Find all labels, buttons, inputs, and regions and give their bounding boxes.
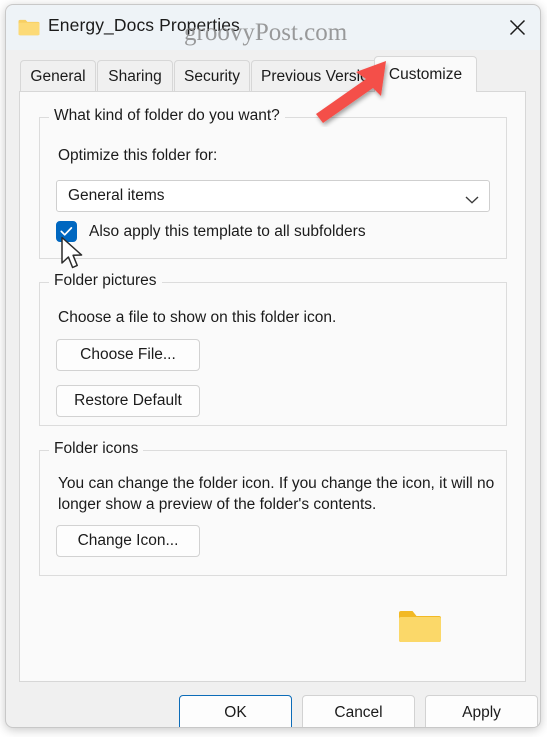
tab-security[interactable]: Security <box>174 60 250 92</box>
restore-default-button[interactable]: Restore Default <box>56 385 200 417</box>
folder-icons-description-line1: You can change the folder icon. If you c… <box>58 475 495 492</box>
apply-template-label: Also apply this template to all subfolde… <box>89 222 366 240</box>
tab-strip: General Sharing Security Previous Versio… <box>6 50 540 92</box>
tab-content-panel: What kind of folder do you want? Optimiz… <box>19 91 526 682</box>
optimize-folder-label: Optimize this folder for: <box>58 147 218 164</box>
properties-dialog: Energy_Docs Properties General Sharing S… <box>5 4 541 728</box>
tab-general[interactable]: General <box>20 60 96 92</box>
group-folder-pictures-legend: Folder pictures <box>49 272 162 290</box>
close-icon <box>509 19 525 35</box>
ok-button[interactable]: OK <box>179 695 292 727</box>
tab-customize[interactable]: Customize <box>374 56 477 92</box>
folder-type-dropdown[interactable]: General items <box>56 180 490 212</box>
folder-icons-description-line2: longer show a preview of the folder's co… <box>58 496 377 513</box>
apply-template-checkbox[interactable] <box>56 221 77 242</box>
tab-previous-versions[interactable]: Previous Versions <box>251 60 391 92</box>
group-folder-kind: What kind of folder do you want? Optimiz… <box>39 107 507 259</box>
apply-button[interactable]: Apply <box>425 695 538 727</box>
apply-template-checkbox-row[interactable]: Also apply this template to all subfolde… <box>56 221 366 242</box>
close-button[interactable] <box>494 5 540 49</box>
folder-pictures-description: Choose a file to show on this folder ico… <box>58 309 337 326</box>
check-icon <box>60 227 73 236</box>
group-folder-pictures: Folder pictures Choose a file to show on… <box>39 272 507 426</box>
choose-file-button[interactable]: Choose File... <box>56 339 200 371</box>
cancel-button[interactable]: Cancel <box>302 695 415 727</box>
folder-icon <box>18 19 40 36</box>
folder-type-value: General items <box>68 187 165 204</box>
title-bar: Energy_Docs Properties <box>6 5 540 50</box>
chevron-down-icon <box>465 192 479 204</box>
window-title: Energy_Docs Properties <box>48 15 240 35</box>
change-icon-button[interactable]: Change Icon... <box>56 525 200 557</box>
group-folder-icons: Folder icons You can change the folder i… <box>39 440 507 576</box>
folder-preview-icon <box>398 609 442 644</box>
group-folder-icons-legend: Folder icons <box>49 440 144 458</box>
group-folder-kind-legend: What kind of folder do you want? <box>49 107 285 125</box>
tab-sharing[interactable]: Sharing <box>97 60 173 92</box>
